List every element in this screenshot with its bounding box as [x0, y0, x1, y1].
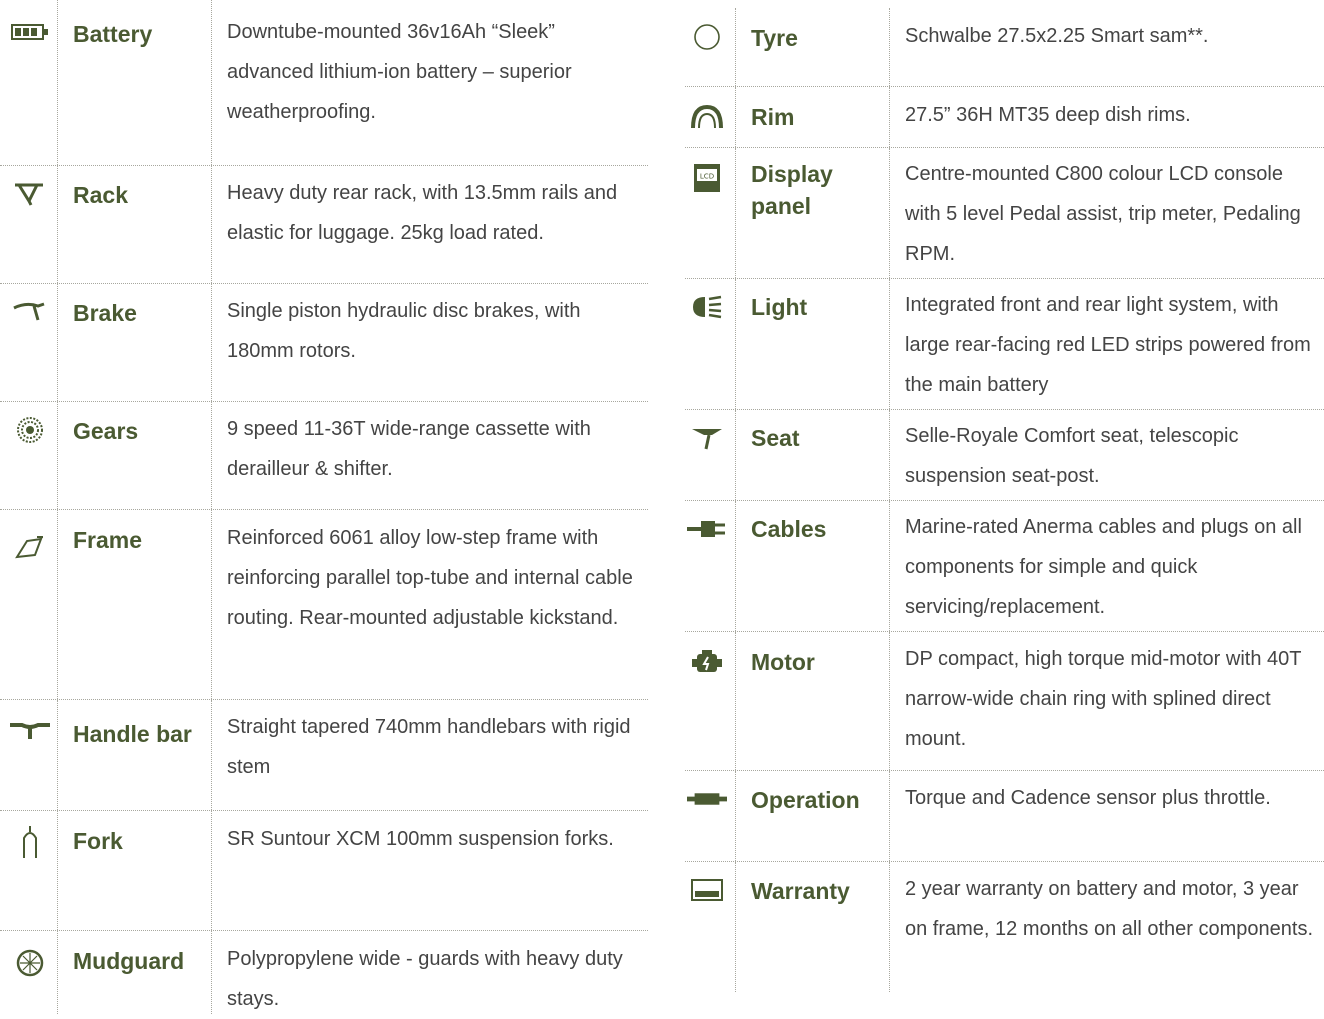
spec-row-frame: Frame Reinforced 6061 alloy low-step fra… [0, 510, 648, 700]
spec-row-rack: Rack Heavy duty rear rack, with 13.5mm r… [0, 166, 648, 284]
spec-description: Single piston hydraulic disc brakes, wit… [227, 300, 581, 362]
brake-icon [10, 292, 50, 332]
spec-row-motor: Motor DP compact, high torque mid-motor … [685, 632, 1324, 771]
spec-description: DP compact, high torque mid-motor with 4… [905, 648, 1302, 750]
spec-row-display-panel: LCD Display panel Centre-mounted C800 co… [685, 148, 1324, 279]
spec-description: 9 speed 11-36T wide-range cassette with … [227, 418, 591, 480]
spec-row-battery: Battery Downtube-mounted 36v16Ah “Sleek”… [0, 0, 648, 166]
spec-row-light: Light Integrated front and rear light sy… [685, 279, 1324, 410]
spec-row-brake: Brake Single piston hydraulic disc brake… [0, 284, 648, 402]
spec-description: Heavy duty rear rack, with 13.5mm rails … [227, 182, 618, 244]
spec-description: Downtube-mounted 36v16Ah “Sleek” advance… [227, 21, 572, 123]
rim-icon [687, 97, 727, 137]
spec-name: Fork [73, 828, 123, 854]
spec-description: Integrated front and rear light system, … [905, 294, 1311, 396]
spec-name: Handle bar [73, 721, 192, 747]
spec-row-operation: Operation Torque and Cadence sensor plus… [685, 771, 1324, 862]
operation-icon [687, 779, 727, 819]
frame-icon [10, 528, 50, 568]
fork-icon [10, 823, 50, 863]
spec-name: Brake [73, 300, 137, 326]
spec-name: Warranty [751, 878, 850, 904]
spec-name: Tyre [751, 25, 798, 51]
battery-icon [10, 12, 50, 52]
seat-icon [687, 418, 727, 458]
specs-left-column: Battery Downtube-mounted 36v16Ah “Sleek”… [0, 0, 648, 1014]
spec-description: Reinforced 6061 alloy low-step frame wit… [227, 527, 633, 629]
spec-name: Frame [73, 527, 143, 553]
spec-description: 2 year warranty on battery and motor, 3 … [905, 878, 1314, 940]
spec-name: Light [751, 294, 808, 320]
spec-description: Selle-Royale Comfort seat, telescopic su… [905, 425, 1239, 487]
svg-text:LCD: LCD [700, 173, 714, 181]
warranty-icon [687, 870, 727, 910]
spec-row-gears: Gears 9 speed 11-36T wide-range cassette… [0, 402, 648, 510]
spec-description: 27.5” 36H MT35 deep dish rims. [905, 104, 1191, 126]
rack-icon [10, 174, 50, 214]
spec-description: Torque and Cadence sensor plus throttle. [905, 787, 1271, 809]
display-panel-icon: LCD [687, 158, 727, 198]
spec-row-cables: Cables Marine-rated Anerma cables and pl… [685, 501, 1324, 632]
spec-name: Battery [73, 21, 153, 47]
spec-description: Schwalbe 27.5x2.25 Smart sam**. [905, 25, 1209, 47]
spec-name: Seat [751, 425, 800, 451]
spec-row-warranty: Warranty 2 year warranty on battery and … [685, 862, 1324, 992]
spec-name: Gears [73, 418, 139, 444]
spec-description: Straight tapered 740mm handlebars with r… [227, 716, 631, 778]
spec-name: Rim [751, 104, 795, 130]
spec-description: SR Suntour XCM 100mm suspension forks. [227, 828, 614, 850]
spec-row-tyre: Tyre Schwalbe 27.5x2.25 Smart sam**. [685, 8, 1324, 87]
spec-name: Operation [751, 787, 860, 813]
gears-icon [10, 410, 50, 450]
spec-name: Motor [751, 649, 815, 675]
spec-row-fork: Fork SR Suntour XCM 100mm suspension for… [0, 811, 648, 931]
spec-name: Mudguard [73, 948, 185, 974]
spec-name: Display panel [751, 161, 833, 219]
spec-name: Cables [751, 516, 827, 542]
spec-row-seat: Seat Selle-Royale Comfort seat, telescop… [685, 410, 1324, 501]
tyre-icon [687, 17, 727, 57]
motor-icon [687, 642, 727, 682]
spec-description: Centre-mounted C800 colour LCD console w… [905, 163, 1301, 265]
cables-icon [687, 509, 727, 549]
mudguard-icon [10, 943, 50, 983]
specs-right-column: Tyre Schwalbe 27.5x2.25 Smart sam**. Rim… [685, 8, 1324, 992]
spec-row-mudguard: Mudguard Polypropylene wide - guards wit… [0, 931, 648, 1014]
handlebar-icon [10, 710, 50, 750]
spec-row-handle-bar: Handle bar Straight tapered 740mm handle… [0, 700, 648, 811]
spec-row-rim: Rim 27.5” 36H MT35 deep dish rims. [685, 87, 1324, 148]
spec-description: Polypropylene wide - guards with heavy d… [227, 948, 623, 1010]
spec-name: Rack [73, 182, 128, 208]
light-icon [687, 287, 727, 327]
spec-description: Marine-rated Anerma cables and plugs on … [905, 516, 1302, 618]
